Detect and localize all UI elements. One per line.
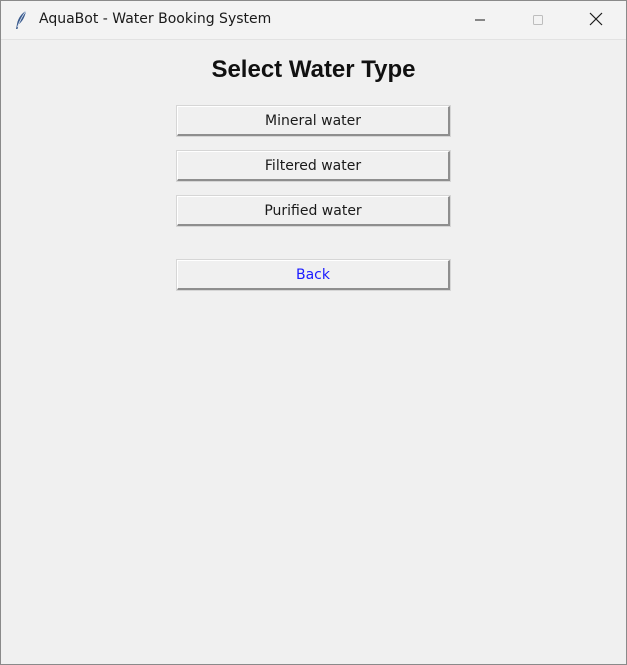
page-title: Select Water Type — [211, 56, 416, 83]
minimize-button[interactable] — [451, 1, 509, 39]
close-button[interactable] — [567, 1, 625, 39]
window-title: AquaBot - Water Booking System — [39, 11, 272, 27]
back-button[interactable]: Back — [176, 259, 451, 291]
feather-icon — [13, 10, 29, 30]
mineral-water-button[interactable]: Mineral water — [176, 105, 451, 137]
app-window: AquaBot - Water Booking System Select Wa… — [0, 0, 627, 665]
filtered-water-button[interactable]: Filtered water — [176, 150, 451, 182]
minimize-icon — [474, 11, 486, 30]
maximize-icon — [532, 11, 544, 30]
maximize-button[interactable] — [509, 1, 567, 39]
purified-water-button[interactable]: Purified water — [176, 195, 451, 227]
title-bar[interactable]: AquaBot - Water Booking System — [1, 1, 626, 40]
main-content: Select Water Type Mineral water Filtered… — [1, 40, 626, 664]
close-icon — [589, 11, 603, 30]
